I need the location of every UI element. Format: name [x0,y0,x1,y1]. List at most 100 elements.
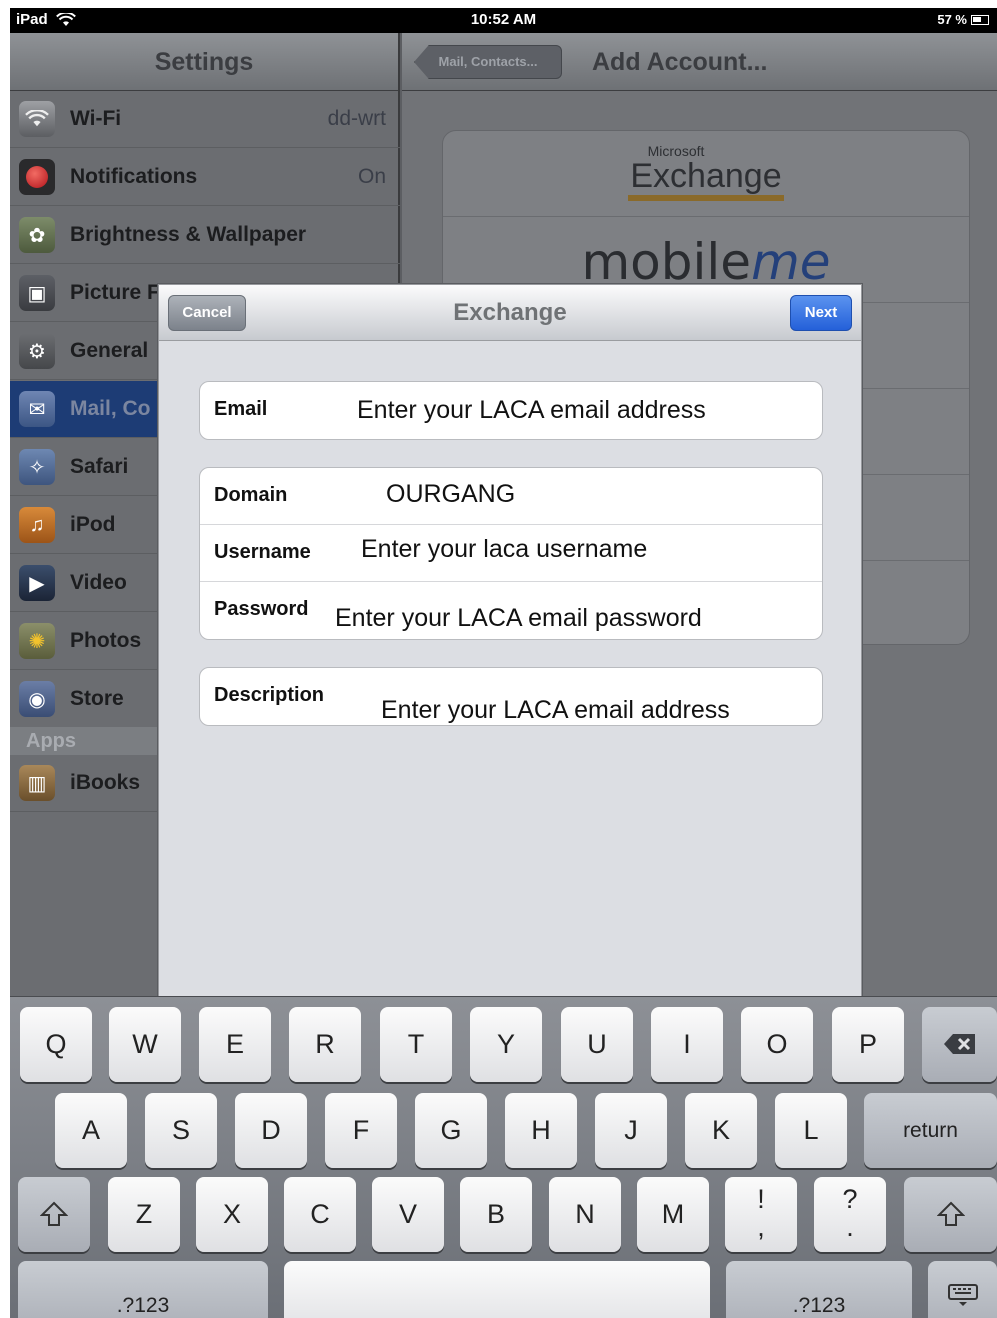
key-j[interactable]: J [595,1093,667,1168]
settings-item-label: General [70,339,149,362]
notifications-icon [19,159,55,195]
photos-icon: ✺ [19,623,55,659]
password-label: Password [214,598,309,620]
key-question-period[interactable]: ? . [814,1177,886,1252]
ipad-screen: iPad 10:52 AM 57 % Settings Wi-Fi dd-wrt [10,8,997,1318]
email-row[interactable]: Email Enter your LACA email address [200,382,822,439]
description-field[interactable]: Enter your LACA email address [381,696,730,725]
email-field[interactable]: Enter your LACA email address [357,396,706,425]
key-k[interactable]: K [685,1093,757,1168]
key-v[interactable]: V [372,1177,444,1252]
numbers-key-right[interactable]: .?123 [726,1261,912,1318]
key-exclamation-comma[interactable]: ! , [725,1177,797,1252]
key-u[interactable]: U [561,1007,633,1082]
settings-item-value: On [357,165,386,188]
key-b[interactable]: B [460,1177,532,1252]
key-w[interactable]: W [109,1007,181,1082]
settings-item-label: iPod [70,513,116,536]
exchange-logo: Microsoft Exchange [443,143,969,201]
key-s[interactable]: S [145,1093,217,1168]
safari-icon: ✧ [19,449,55,485]
back-button[interactable]: Mail, Contacts... [414,45,562,79]
settings-item-label: Picture F [70,281,160,304]
settings-item-label: Wi-Fi [70,107,122,130]
video-icon: ▶ [19,565,55,601]
key-c[interactable]: C [284,1177,356,1252]
battery-icon [971,14,989,25]
key-o[interactable]: O [741,1007,813,1082]
key-y[interactable]: Y [470,1007,542,1082]
username-label: Username [214,541,311,563]
settings-item-label: Store [70,687,124,710]
key-g[interactable]: G [415,1093,487,1168]
delete-key[interactable] [922,1007,997,1082]
key-p[interactable]: P [832,1007,904,1082]
description-group: Description Enter your LACA email addres… [199,667,823,726]
server-credentials-group: Domain OURGANG Username Enter your laca … [199,467,823,640]
key-r[interactable]: R [289,1007,361,1082]
domain-field[interactable]: OURGANG [386,480,515,509]
backspace-icon [943,1034,975,1054]
settings-item-label: Brightness & Wallpaper [70,223,307,246]
modal-title: Exchange [453,299,567,326]
settings-item-notifications[interactable]: Notifications On [10,149,400,206]
shift-icon [936,1201,965,1226]
status-bar: iPad 10:52 AM 57 % [10,8,997,33]
hide-keyboard-key[interactable] [928,1261,997,1318]
settings-title: Settings [10,33,398,91]
key-m[interactable]: M [637,1177,709,1252]
on-screen-keyboard: Q W E R T Y U I O P A S D F G H J K L re… [10,996,997,1318]
key-d[interactable]: D [235,1093,307,1168]
key-e[interactable]: E [199,1007,271,1082]
key-l[interactable]: L [775,1093,847,1168]
password-row[interactable]: Password Enter your LACA email password [200,582,822,639]
space-key[interactable] [284,1261,710,1318]
wifi-icon [19,101,55,137]
battery-percent: 57 % [937,12,967,27]
settings-item-label: Photos [70,629,142,652]
shift-key-right[interactable] [904,1177,997,1252]
settings-item-wifi[interactable]: Wi-Fi dd-wrt [10,91,400,148]
password-field[interactable]: Enter your LACA email password [335,604,702,633]
numbers-key-left[interactable]: .?123 [18,1261,268,1318]
settings-item-value: dd-wrt [327,107,386,130]
settings-item-label: Mail, Co [70,397,151,420]
shift-icon [39,1201,69,1226]
settings-item-brightness[interactable]: ✿ Brightness & Wallpaper [10,207,400,264]
settings-item-label: Video [70,571,127,594]
next-button[interactable]: Next [790,295,852,331]
gear-icon: ⚙ [19,333,55,369]
key-f[interactable]: F [325,1093,397,1168]
description-row[interactable]: Description Enter your LACA email addres… [200,668,822,725]
key-n[interactable]: N [549,1177,621,1252]
key-i[interactable]: I [651,1007,723,1082]
detail-title: Add Account... [592,48,768,76]
shift-key-left[interactable] [18,1177,90,1252]
settings-item-label: Safari [70,455,129,478]
key-a[interactable]: A [55,1093,127,1168]
description-label: Description [214,684,325,706]
email-label: Email [214,398,268,420]
brightness-icon: ✿ [19,217,55,253]
ipod-icon: ♫ [19,507,55,543]
account-option-exchange[interactable]: Microsoft Exchange [443,131,969,217]
key-h[interactable]: H [505,1093,577,1168]
username-field[interactable]: Enter your laca username [361,535,647,564]
return-key[interactable]: return [864,1093,997,1168]
keyboard-icon [947,1284,978,1306]
settings-item-label: iBooks [70,771,141,794]
domain-label: Domain [214,484,288,506]
domain-row[interactable]: Domain OURGANG [200,468,822,525]
store-icon: ◉ [19,681,55,717]
key-z[interactable]: Z [108,1177,180,1252]
picture-frame-icon: ▣ [19,275,55,311]
key-t[interactable]: T [380,1007,452,1082]
settings-item-label: Notifications [70,165,198,188]
key-x[interactable]: X [196,1177,268,1252]
mail-icon: ✉ [19,391,55,427]
modal-navigation-bar: Cancel Exchange Next [159,285,861,341]
username-row[interactable]: Username Enter your laca username [200,525,822,582]
exchange-account-sheet: Cancel Exchange Next Email Enter your LA… [158,284,862,1004]
clock: 10:52 AM [470,11,537,28]
key-q[interactable]: Q [20,1007,92,1082]
